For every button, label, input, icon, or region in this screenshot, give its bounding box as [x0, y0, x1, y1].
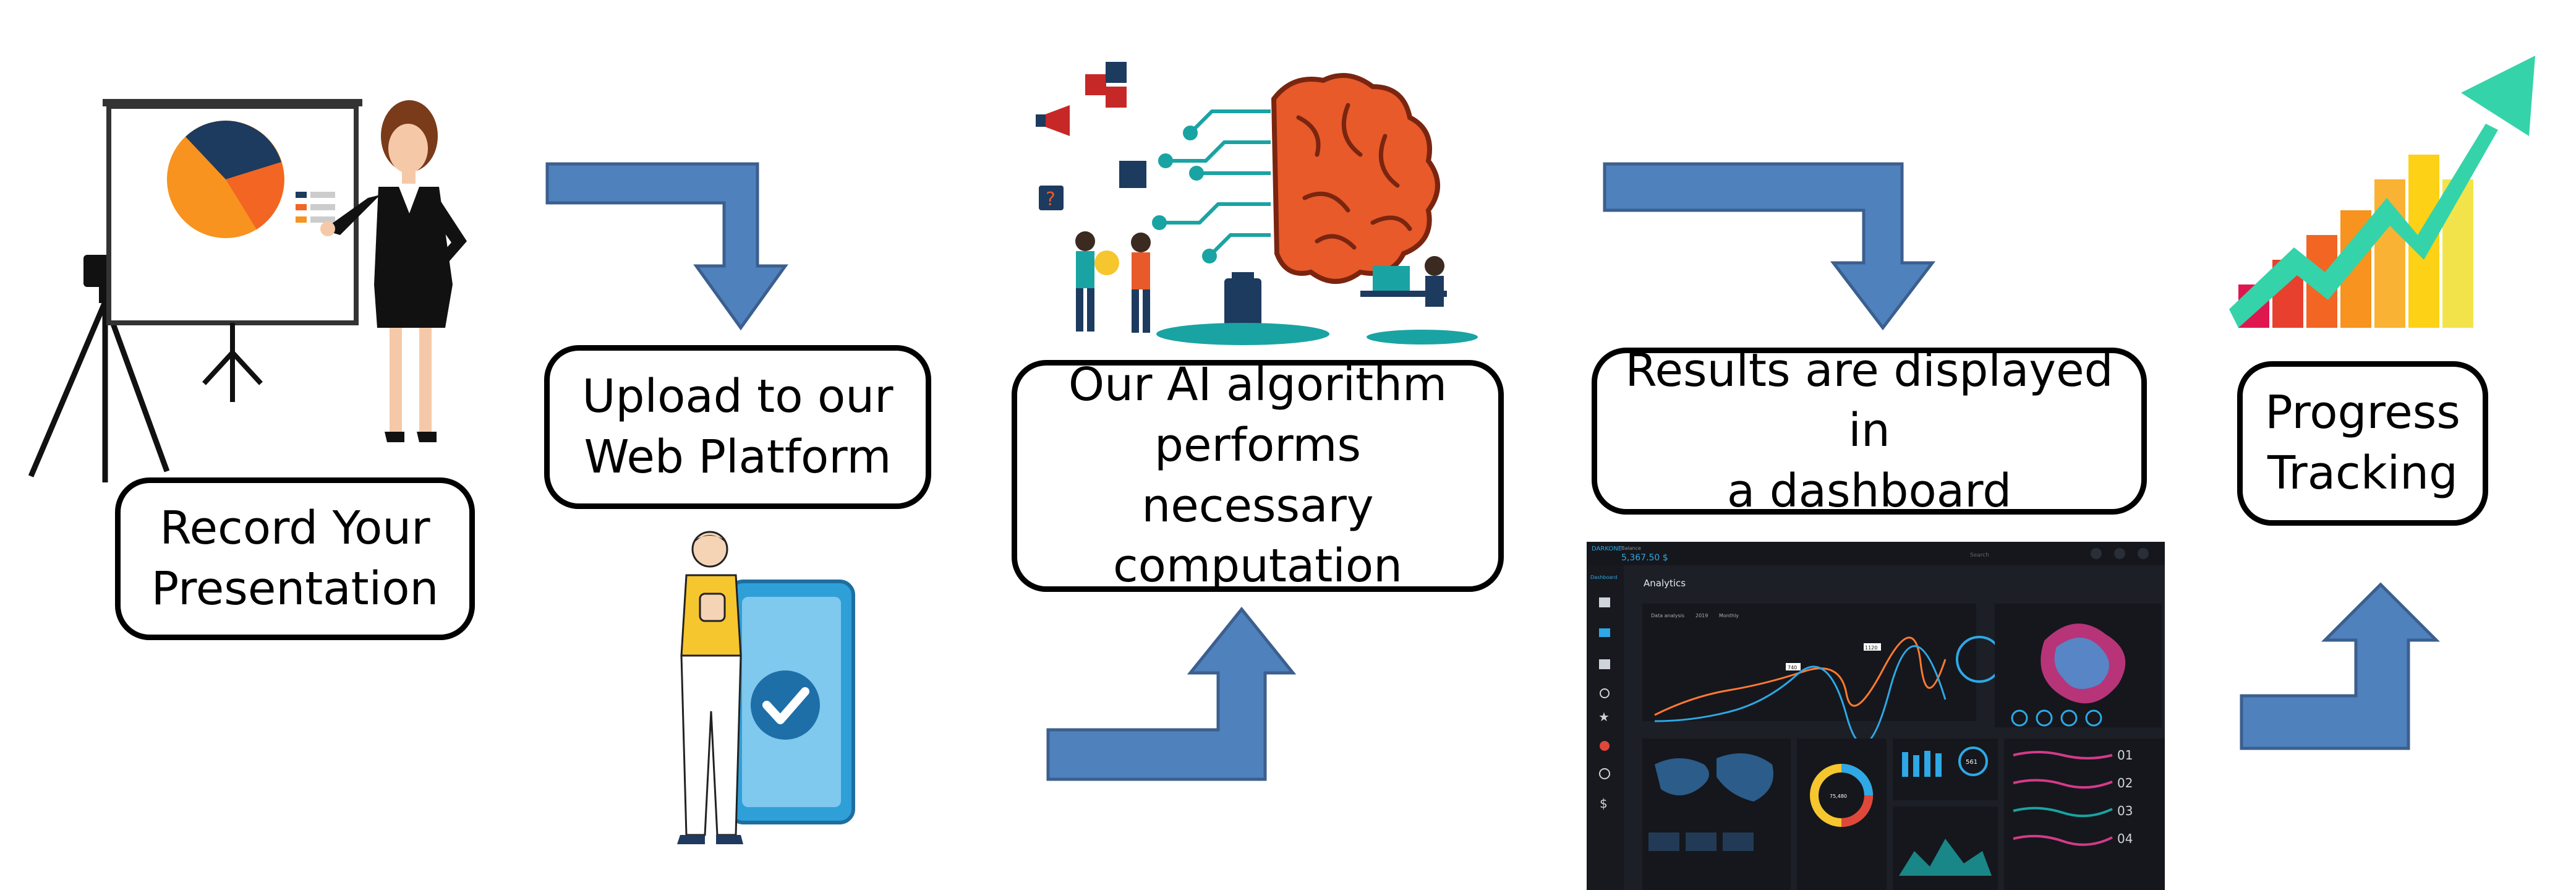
question-icon: ?: [1039, 186, 1064, 210]
people-team-icon: [1075, 231, 1151, 333]
dashboard-canvas: DARKONE Balance 5,367.50 $ Search Dashbo…: [1587, 542, 2165, 890]
dollar-icon[interactable]: $: [1600, 796, 1608, 811]
arrow-2: [1046, 607, 1297, 781]
gauge-value: 561: [1966, 759, 1977, 766]
chip-icon: [1119, 161, 1146, 188]
chart-callout: 740: [1788, 665, 1797, 670]
home-icon[interactable]: [1599, 597, 1610, 607]
list-number: 02: [2117, 776, 2133, 790]
step-ai-label: Our AI algorithm performs necessary comp…: [1068, 358, 1448, 593]
chart-callout: 1120: [1865, 645, 1877, 651]
battery-icon: [1156, 272, 1329, 345]
checkmark-icon: [751, 670, 820, 740]
down-right-arrow-icon: [545, 162, 788, 331]
legend-item: Data analysis: [1651, 613, 1684, 618]
nav-dashboard[interactable]: Dashboard: [1590, 575, 1617, 580]
step-progress-box: Progress Tracking: [2237, 361, 2488, 526]
dashboard-brand: DARKONE: [1592, 546, 1622, 552]
down-right-arrow-icon: [1603, 162, 1935, 331]
arrow-3: [1603, 162, 1935, 331]
gauge-panel: [1893, 738, 1998, 800]
progress-chart-illustration: [2229, 56, 2535, 328]
up-right-arrow-icon: [2240, 582, 2441, 750]
donut-label: 75,480: [1830, 794, 1847, 799]
brain-icon: [1271, 73, 1440, 284]
dashboard-sidebar: [1587, 565, 1624, 890]
presenter-illustration: [28, 99, 467, 482]
phone-user-illustration: [677, 531, 855, 844]
step-results-box: Results are displayed in a dashboard: [1592, 344, 2147, 518]
arrow-1: [545, 162, 788, 331]
megaphone-icon: [1036, 105, 1070, 136]
step-upload-box: Upload to our Web Platform: [544, 345, 931, 509]
step-results-label: Results are displayed in a dashboard: [1625, 343, 2113, 518]
legend-item: Monthly: [1719, 613, 1739, 618]
arrow-4: [2240, 582, 2441, 750]
user-icon[interactable]: [2138, 548, 2149, 559]
ai-brain-illustration: ?: [1036, 62, 1478, 345]
list-number: 03: [2117, 803, 2133, 818]
legend-item: 2019: [1695, 613, 1708, 618]
analytics-panel: [1642, 604, 1976, 721]
list-number: 01: [2117, 748, 2133, 763]
process-diagram: ? DARKONE Balance 5,367.50 $ Search Dash…: [0, 0, 2576, 890]
list-icon[interactable]: [1599, 628, 1610, 637]
list-number: 04: [2117, 831, 2133, 846]
step-progress-label: Progress Tracking: [2265, 386, 2460, 500]
step-upload-label: Upload to our Web Platform: [582, 369, 893, 484]
bar-chart-icon[interactable]: [1599, 659, 1610, 669]
svg-text:?: ?: [1046, 189, 1056, 210]
circuit-icon: [1152, 109, 1271, 263]
puzzle-icon: [1085, 62, 1127, 108]
step-record-label: Record Your Presentation: [151, 501, 439, 615]
step-record-box: Record Your Presentation: [115, 477, 475, 640]
dashboard-balance-label: Balance: [1621, 546, 1641, 551]
list-panel: [2004, 738, 2165, 890]
dashboard-screenshot: DARKONE Balance 5,367.50 $ Search Dashbo…: [1587, 542, 2165, 890]
notification-icon[interactable]: [2091, 548, 2102, 559]
star-icon[interactable]: ★: [1598, 709, 1610, 724]
up-right-arrow-icon: [1046, 607, 1297, 781]
standing-man-icon: [677, 531, 743, 844]
dashboard-title: Analytics: [1644, 578, 1686, 589]
step-ai-box: Our AI algorithm performs necessary comp…: [1012, 358, 1504, 593]
desk-worker-icon: [1360, 256, 1478, 344]
dashboard-search[interactable]: Search: [1970, 552, 1989, 558]
donut-panel: [1797, 738, 1887, 890]
dashboard-balance-value: 5,367.50 $: [1621, 553, 1668, 563]
settings-icon[interactable]: [2114, 548, 2125, 559]
pie-icon[interactable]: [1600, 741, 1610, 751]
